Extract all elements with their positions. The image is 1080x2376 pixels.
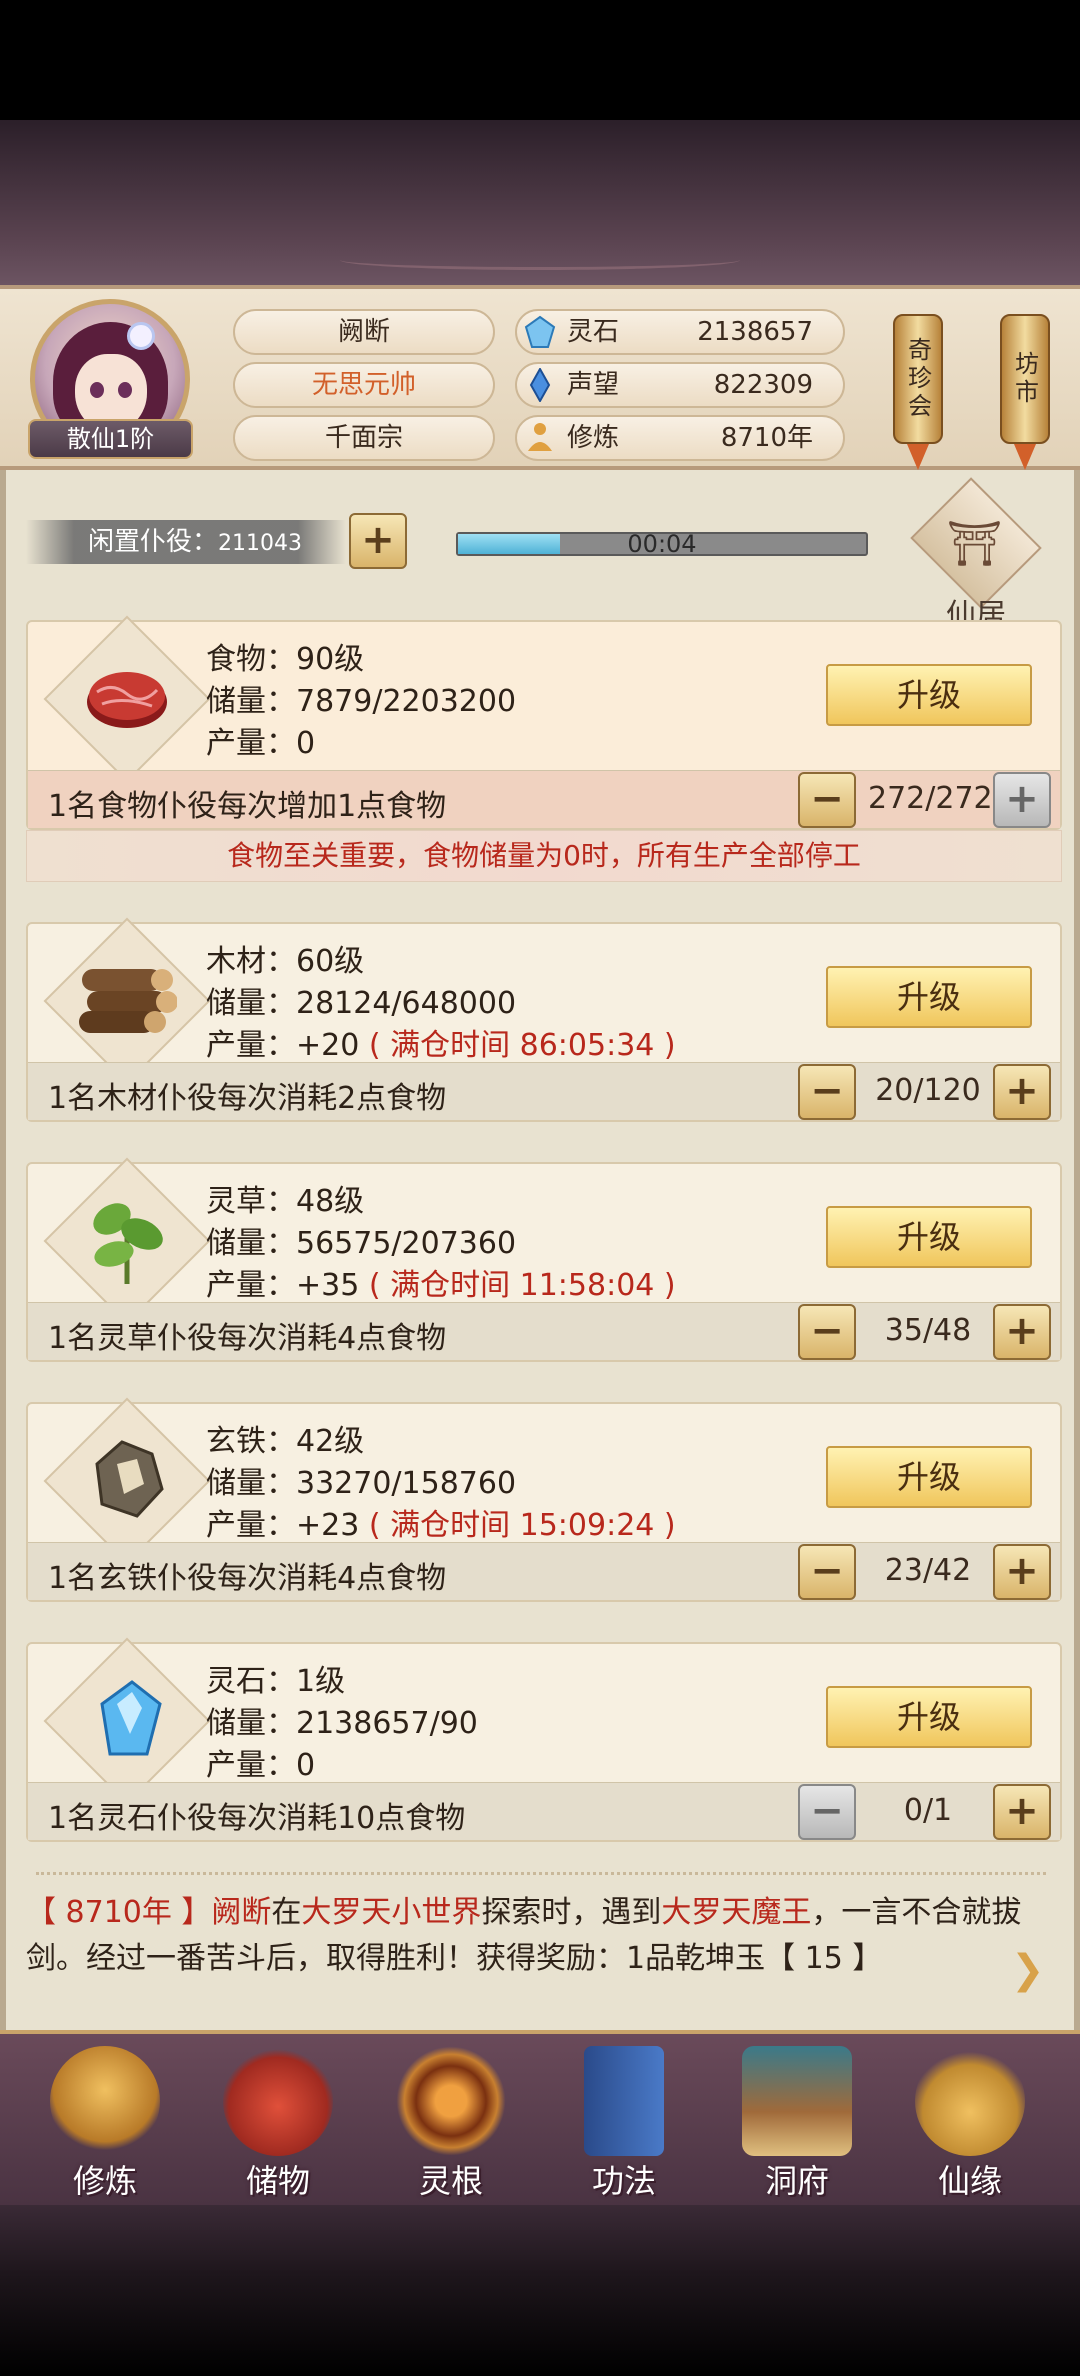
flower-icon: [127, 322, 155, 350]
upgrade-button[interactable]: 升级: [826, 664, 1032, 726]
minus-button[interactable]: −: [798, 772, 856, 828]
nav-storage[interactable]: 储物: [203, 2034, 353, 2204]
resource-storage: 储量：56575/207360: [206, 1226, 517, 1261]
player-sect: 千面宗: [233, 415, 495, 461]
plus-button[interactable]: +: [993, 772, 1051, 828]
spirit-root-icon: [396, 2046, 506, 2156]
crystal-icon: [72, 1664, 182, 1774]
nav-cave-mansion[interactable]: 洞府: [722, 2034, 872, 2204]
upgrade-button[interactable]: 升级: [826, 1446, 1032, 1508]
divider: [36, 1872, 1046, 1882]
resource-output: 产量：+23 ( 满仓时间 15:09:24 ): [206, 1508, 676, 1543]
servant-description: 1名灵草仆役每次消耗4点食物: [48, 1321, 447, 1356]
upgrade-button[interactable]: 升级: [826, 966, 1032, 1028]
resource-card-spirit-stone: 灵石：1级 储量：2138657/90 产量：0 升级 1名灵石仆役每次消耗10…: [26, 1637, 1062, 1842]
resource-output: 产量：0: [206, 726, 316, 761]
residence-button[interactable]: ⛩ 仙居: [901, 477, 1051, 633]
servant-count: 20/120: [875, 1073, 981, 1108]
resource-card-food: 食物：90级 储量：7879/2203200 产量：0 升级 1名食物仆役每次增…: [26, 615, 1062, 830]
plus-button[interactable]: +: [993, 1064, 1051, 1120]
stat-spirit-stone: 灵石 2138657: [515, 309, 845, 355]
servant-description: 1名木材仆役每次消耗2点食物: [48, 1081, 447, 1116]
bottom-nav: 修炼 储物 灵根 功法 洞府 仙缘: [0, 2030, 1080, 2205]
reputation-icon: [529, 368, 551, 402]
resource-output: 产量：+20 ( 满仓时间 86:05:34 ): [206, 1028, 676, 1063]
resource-card-herb: 灵草：48级 储量：56575/207360 产量：+35 ( 满仓时间 11:…: [26, 1157, 1062, 1362]
next-arrow-icon[interactable]: ❯: [1011, 1950, 1051, 1990]
gourd-icon: [915, 2046, 1025, 2156]
meditation-icon: [50, 2046, 160, 2156]
iron-ore-icon: [72, 1424, 182, 1534]
nav-fortune[interactable]: 仙缘: [895, 2034, 1045, 2204]
bottom-backdrop: [0, 2205, 1080, 2376]
minus-button[interactable]: −: [798, 1064, 856, 1120]
plus-button[interactable]: +: [993, 1784, 1051, 1840]
nav-techniques[interactable]: 功法: [549, 2034, 699, 2204]
resource-storage: 储量：33270/158760: [206, 1466, 517, 1501]
cultivation-icon: [528, 423, 552, 451]
resource-level: 灵草：48级: [206, 1184, 365, 1219]
book-icon: [584, 2046, 664, 2156]
plus-button[interactable]: +: [993, 1544, 1051, 1600]
top-backdrop: [0, 120, 1080, 290]
upgrade-button[interactable]: 升级: [826, 1206, 1032, 1268]
nav-cultivate[interactable]: 修炼: [30, 2034, 180, 2204]
minus-button[interactable]: −: [798, 1544, 856, 1600]
resource-level: 食物：90级: [206, 642, 365, 677]
spirit-stone-icon: [524, 315, 556, 348]
meat-icon: [72, 642, 182, 752]
bag-icon: [223, 2046, 333, 2156]
market-button[interactable]: 坊市: [1000, 314, 1050, 444]
upgrade-button[interactable]: 升级: [826, 1686, 1032, 1748]
player-header: 散仙1阶 阙断 无思元帅 千面宗 灵石 2138657 声望 822309 修炼…: [0, 285, 1080, 470]
food-warning: 食物至关重要，食物储量为0时，所有生产全部停工: [26, 830, 1062, 882]
status-bar-area: [0, 0, 1080, 120]
wood-logs-icon: [72, 944, 182, 1054]
production-progress: 00:04: [456, 530, 868, 558]
event-log: 【 8710年 】阙断在大罗天小世界探索时，遇到大罗天魔王，一言不合就拔剑。经过…: [26, 1895, 1022, 1976]
resource-storage: 储量：2138657/90: [206, 1706, 478, 1741]
resource-output: 产量：0: [206, 1748, 316, 1783]
nav-spirit-root[interactable]: 灵根: [376, 2034, 526, 2204]
resource-level: 木材：60级: [206, 944, 365, 979]
servant-count: 0/1: [903, 1793, 953, 1828]
servant-count: 272/272: [868, 781, 993, 816]
stat-cultivation: 修炼 8710年: [515, 415, 845, 461]
add-servant-button[interactable]: +: [349, 513, 407, 569]
player-name: 阙断: [233, 309, 495, 355]
treasure-fair-button[interactable]: 奇珍会: [893, 314, 943, 444]
resource-level: 灵石：1级: [206, 1664, 346, 1699]
resource-card-wood: 木材：60级 储量：28124/648000 产量：+20 ( 满仓时间 86:…: [26, 917, 1062, 1122]
idle-servants-label: 闲置仆役：211043: [26, 520, 346, 564]
player-title: 无思元帅: [233, 362, 495, 408]
servant-count: 35/48: [884, 1313, 972, 1348]
resource-output: 产量：+35 ( 满仓时间 11:58:04 ): [206, 1268, 676, 1303]
plus-button[interactable]: +: [993, 1304, 1051, 1360]
main-panel: 闲置仆役：211043 + 00:04 ⛩ 仙居 食物：90级 储量：7879/…: [0, 470, 1080, 2030]
minus-button[interactable]: −: [798, 1784, 856, 1840]
resource-storage: 储量：7879/2203200: [206, 684, 517, 719]
resource-storage: 储量：28124/648000: [206, 986, 517, 1021]
minus-button[interactable]: −: [798, 1304, 856, 1360]
rank-badge: 散仙1阶: [28, 419, 193, 459]
resource-card-iron: 玄铁：42级 储量：33270/158760 产量：+23 ( 满仓时间 15:…: [26, 1397, 1062, 1602]
pavilion-icon: ⛩: [946, 518, 1003, 570]
cave-mansion-icon: [742, 2046, 852, 2156]
stat-reputation: 声望 822309: [515, 362, 845, 408]
servant-description: 1名灵石仆役每次消耗10点食物: [48, 1801, 466, 1836]
resource-level: 玄铁：42级: [206, 1424, 365, 1459]
servant-description: 1名玄铁仆役每次消耗4点食物: [48, 1561, 447, 1596]
herb-icon: [72, 1184, 182, 1294]
servant-count: 23/42: [884, 1553, 972, 1588]
servant-description: 1名食物仆役每次增加1点食物: [48, 789, 447, 824]
